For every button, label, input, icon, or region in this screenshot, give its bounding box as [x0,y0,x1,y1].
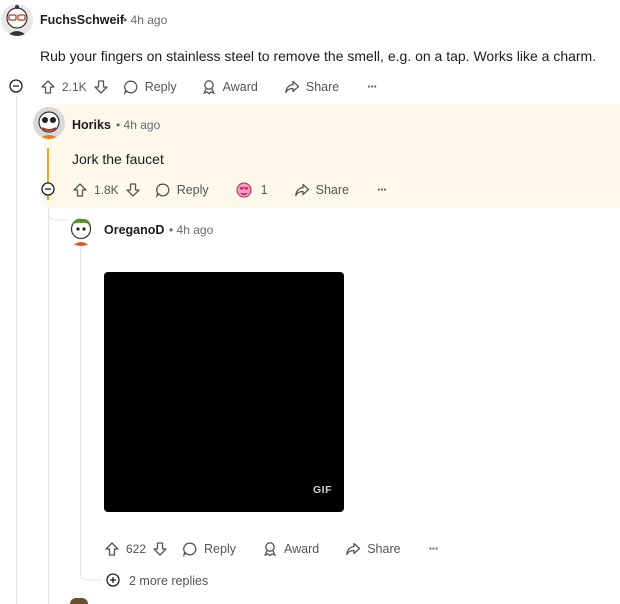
snoo-avatar-icon [70,218,92,246]
timestamp: • 4h ago [123,13,167,27]
snoo-avatar-icon [6,5,28,36]
award-icon [262,541,278,557]
share-button[interactable]: Share [284,79,339,95]
gif-media[interactable]: GIF [104,272,344,512]
separator-dot: • [123,13,128,27]
vote-score: 622 [126,542,147,556]
username[interactable]: Horiks [72,118,111,132]
comment-actions: 622 Reply Award Share ··· [104,538,439,560]
timestamp: • 4h ago [116,118,160,132]
more-options-button[interactable]: ··· [377,183,387,197]
comment-bubble-icon [182,541,198,557]
thread-line-root [16,96,17,604]
share-button[interactable]: Share [294,182,349,198]
vote-score: 2.1K [62,80,87,94]
downvote-icon[interactable] [93,79,109,95]
reply-label: Reply [176,183,209,197]
share-label: Share [305,80,340,94]
award-icon [201,79,217,95]
thread-line-reply [48,200,49,604]
share-label: Share [315,183,349,197]
more-options-button[interactable]: ··· [429,542,439,556]
snoo-avatar-icon [38,111,60,139]
more-options-label: ··· [367,80,377,94]
downvote-icon[interactable] [125,182,141,198]
time-ago: 4h ago [176,223,214,237]
reply-label: Reply [144,80,177,94]
downvote-icon[interactable] [152,541,168,557]
comment-actions: 1.8K Reply 1 Share ··· [72,179,387,201]
more-replies-link[interactable]: 2 more replies [129,574,208,588]
award-button[interactable]: 1 [235,182,268,198]
award-button[interactable]: Award [262,541,319,557]
reply-label: Reply [204,542,236,556]
vote-score: 1.8K [94,183,119,197]
comment-actions: 2.1K Reply Award Share ··· [40,76,378,98]
avatar[interactable] [1,4,33,36]
expand-replies-icon[interactable] [106,573,120,587]
time-ago: 4h ago [123,118,161,132]
upvote-icon[interactable] [40,79,56,95]
more-options-button[interactable]: ··· [367,80,377,94]
share-button[interactable]: Share [345,541,401,557]
award-count: 1 [260,183,268,197]
avatar[interactable] [33,107,65,139]
reply-button[interactable]: Reply [155,182,209,198]
comment-bubble-icon [123,79,139,95]
award-label: Award [284,542,320,556]
time-ago: 4h ago [130,13,168,27]
gif-badge: GIF [313,484,332,496]
username[interactable]: FuchsSchweif [40,13,124,27]
thread-line-nested [80,248,81,574]
comment-bubble-icon [155,182,171,198]
share-icon [284,79,300,95]
share-label: Share [367,542,401,556]
more-options-label: ··· [428,542,439,556]
reply-button[interactable]: Reply [182,541,236,557]
award-label: Award [222,80,258,94]
next-avatar-partial [70,598,88,604]
share-icon [294,182,310,198]
upvote-icon[interactable] [104,541,120,557]
heart-eyes-award-icon [235,182,253,198]
username[interactable]: OreganoD [104,223,164,237]
separator-dot: • [116,118,121,132]
comment-body: Jork the faucet [72,151,164,167]
reply-button[interactable]: Reply [123,79,177,95]
avatar[interactable] [65,214,97,246]
more-options-label: ··· [376,183,387,197]
collapse-thread-icon[interactable] [41,182,55,196]
award-button[interactable]: Award [201,79,258,95]
comment-body: Rub your fingers on stainless steel to r… [40,48,597,64]
timestamp: • 4h ago [169,223,213,237]
separator-dot: • [169,223,174,237]
share-icon [345,541,361,557]
collapse-thread-icon[interactable] [9,79,23,93]
upvote-icon[interactable] [72,182,88,198]
